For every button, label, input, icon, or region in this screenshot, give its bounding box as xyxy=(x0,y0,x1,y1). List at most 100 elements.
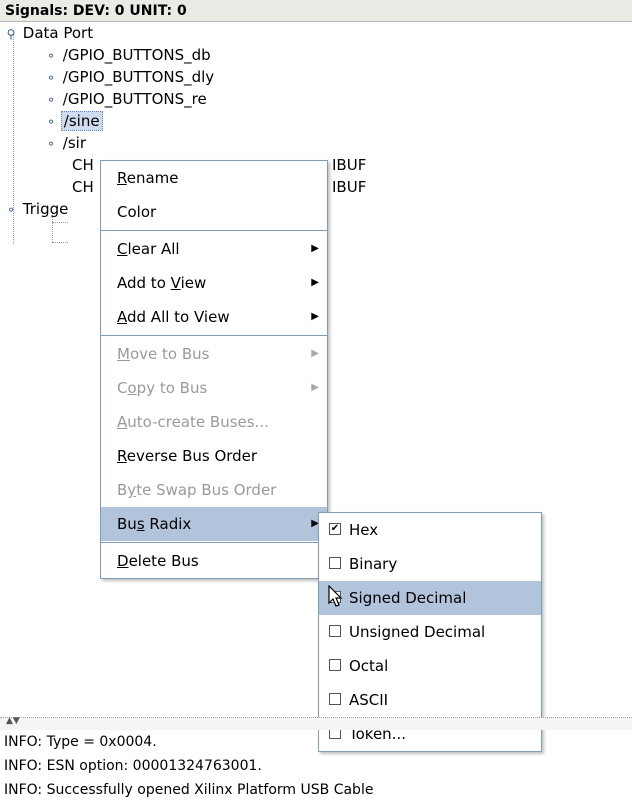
radix-option-label: Hex xyxy=(349,521,379,539)
collapsed-node-icon[interactable]: ⚬ xyxy=(44,89,58,111)
menu-item-bus-radix[interactable]: Bus Radix ▶ xyxy=(101,507,327,541)
menu-separator xyxy=(101,230,327,231)
menu-item-text: B xyxy=(117,481,128,499)
menu-item-text: Bu xyxy=(117,515,137,533)
splitter-arrows-icon[interactable]: ▲▼ xyxy=(6,716,20,726)
submenu-arrow-icon: ▶ xyxy=(311,277,319,288)
signals-panel-header: Signals: DEV: 0 UNIT: 0 xyxy=(0,0,632,22)
checkbox-icon xyxy=(329,658,341,671)
menu-item-mnemonic: y xyxy=(127,481,137,499)
menu-item-text: C xyxy=(117,379,128,397)
menu-item-mnemonic: A xyxy=(117,308,127,326)
tree-node-signal[interactable]: ⚬ /GPIO_BUTTONS_re xyxy=(44,88,207,110)
menu-item-mnemonic: V xyxy=(170,274,181,292)
tree-node-signal[interactable]: ⚬ /GPIO_BUTTONS_dly xyxy=(44,66,214,88)
checkbox-icon xyxy=(329,556,341,569)
menu-item-auto-create-buses[interactable]: Auto-create Buses... xyxy=(101,405,327,439)
submenu-arrow-icon: ▶ xyxy=(311,348,319,359)
checkbox-icon xyxy=(329,692,341,705)
submenu-arrow-icon: ▶ xyxy=(311,382,319,393)
radix-option-label: Unsigned Decimal xyxy=(349,623,486,641)
radix-option-label: Octal xyxy=(349,657,389,675)
radix-option-octal[interactable]: Octal xyxy=(319,649,541,683)
menu-item-text: iew xyxy=(180,274,207,292)
menu-item-color[interactable]: Color xyxy=(101,195,327,229)
menu-item-mnemonic: s xyxy=(136,515,145,533)
menu-item-rename[interactable]: Rename xyxy=(101,161,327,195)
tree-line xyxy=(52,242,68,243)
radix-option-ascii[interactable]: ASCII xyxy=(319,683,541,717)
menu-item-text: Color xyxy=(117,203,157,221)
radix-option-binary[interactable]: Binary xyxy=(319,547,541,581)
console-line: INFO: Successfully opened Xilinx Platfor… xyxy=(4,782,374,798)
menu-item-add-to-view[interactable]: Add to View ▶ xyxy=(101,266,327,300)
menu-item-mnemonic: M xyxy=(117,345,130,363)
menu-item-text: lear All xyxy=(127,240,180,258)
menu-item-mnemonic: o xyxy=(127,379,137,397)
menu-item-byte-swap-bus-order[interactable]: Byte Swap Bus Order xyxy=(101,473,327,507)
menu-separator xyxy=(101,335,327,336)
collapsed-node-icon[interactable]: ⚬ xyxy=(44,67,58,89)
menu-item-mnemonic: C xyxy=(117,240,128,258)
tree-node-label: /sine xyxy=(60,111,103,131)
menu-item-text: uto-create Buses... xyxy=(127,413,269,431)
menu-item-delete-bus[interactable]: Delete Bus xyxy=(101,544,327,578)
menu-item-add-all-to-view[interactable]: Add All to View ▶ xyxy=(101,300,327,334)
menu-separator xyxy=(101,542,327,543)
menu-item-text: ove to Bus xyxy=(129,345,210,363)
tree-node-label: /GPIO_BUTTONS_re xyxy=(62,90,207,108)
channel-suffix-text: IBUF xyxy=(332,178,367,196)
menu-item-move-to-bus[interactable]: Move to Bus ▶ xyxy=(101,337,327,371)
menu-item-reverse-bus-order[interactable]: Reverse Bus Order xyxy=(101,439,327,473)
menu-item-copy-to-bus[interactable]: Copy to Bus ▶ xyxy=(101,371,327,405)
menu-item-clear-all[interactable]: Clear All ▶ xyxy=(101,232,327,266)
submenu-arrow-icon: ▶ xyxy=(311,311,319,322)
checkbox-checked-icon: ✔ xyxy=(329,522,341,535)
menu-item-text: Radix xyxy=(144,515,192,533)
radix-option-label: ASCII xyxy=(349,691,389,709)
menu-item-mnemonic: R xyxy=(117,447,127,465)
radix-option-signed-decimal[interactable]: Signed Decimal xyxy=(319,581,541,615)
menu-item-text: everse Bus Order xyxy=(126,447,258,465)
tree-node-channel[interactable]: CH xyxy=(72,154,94,176)
menu-item-text: ename xyxy=(126,169,179,187)
menu-item-text: py to Bus xyxy=(136,379,208,397)
tree-node-label: /GPIO_BUTTONS_dly xyxy=(62,68,215,86)
menu-item-mnemonic: R xyxy=(117,169,127,187)
radix-option-hex[interactable]: ✔ Hex xyxy=(319,513,541,547)
menu-item-text: te Swap Bus Order xyxy=(136,481,277,499)
tree-node-label: CH xyxy=(72,178,94,196)
checkbox-icon xyxy=(329,624,341,637)
tree-node-signal-selected[interactable]: ⚬ /sine xyxy=(44,110,103,132)
collapsed-node-icon[interactable]: ⚬ xyxy=(44,45,58,67)
tree-node-channel[interactable]: CH xyxy=(72,176,94,198)
tree-node-data-port[interactable]: ⚲ Data Port xyxy=(4,22,94,45)
expanded-node-icon[interactable]: ⚲ xyxy=(4,23,18,45)
console-line: INFO: Type = 0x0004. xyxy=(4,734,157,750)
console-line: INFO: ESN option: 00001324763001. xyxy=(4,758,262,774)
tree-node-signal[interactable]: ⚬ /GPIO_BUTTONS_db xyxy=(44,44,211,66)
bus-radix-submenu: ✔ Hex Binary Signed Decimal Unsigned Deci… xyxy=(318,512,542,752)
menu-item-mnemonic: D xyxy=(117,552,129,570)
panel-splitter[interactable]: ▲▼ xyxy=(0,716,632,730)
tree-node-trigger[interactable]: ⚬ Trigge xyxy=(4,198,68,220)
console-output: INFO: Type = 0x0004. INFO: ESN option: 0… xyxy=(0,730,632,800)
channel-suffix: IBUF xyxy=(332,176,366,198)
tree-node-label: Trigge xyxy=(22,200,69,218)
tree-node-signal[interactable]: ⚬ /sir xyxy=(44,132,86,154)
menu-item-text: dd All to View xyxy=(127,308,230,326)
tree-node-label: CH xyxy=(72,156,94,174)
tree-node-label: Data Port xyxy=(22,24,94,42)
menu-item-text: Add to xyxy=(117,274,171,292)
mouse-pointer-icon xyxy=(328,585,343,607)
channel-suffix: IBUF xyxy=(332,154,366,176)
context-menu: Rename Color Clear All ▶ Add to View ▶ Add… xyxy=(100,160,328,579)
radix-option-unsigned-decimal[interactable]: Unsigned Decimal xyxy=(319,615,541,649)
tree-node-label: /GPIO_BUTTONS_db xyxy=(62,46,211,64)
submenu-arrow-icon: ▶ xyxy=(311,243,319,254)
menu-item-mnemonic: A xyxy=(117,413,128,431)
collapsed-node-icon[interactable]: ⚬ xyxy=(44,111,58,133)
radix-option-label: Binary xyxy=(349,555,398,573)
collapsed-node-icon[interactable]: ⚬ xyxy=(4,199,18,221)
collapsed-node-icon[interactable]: ⚬ xyxy=(44,133,58,155)
